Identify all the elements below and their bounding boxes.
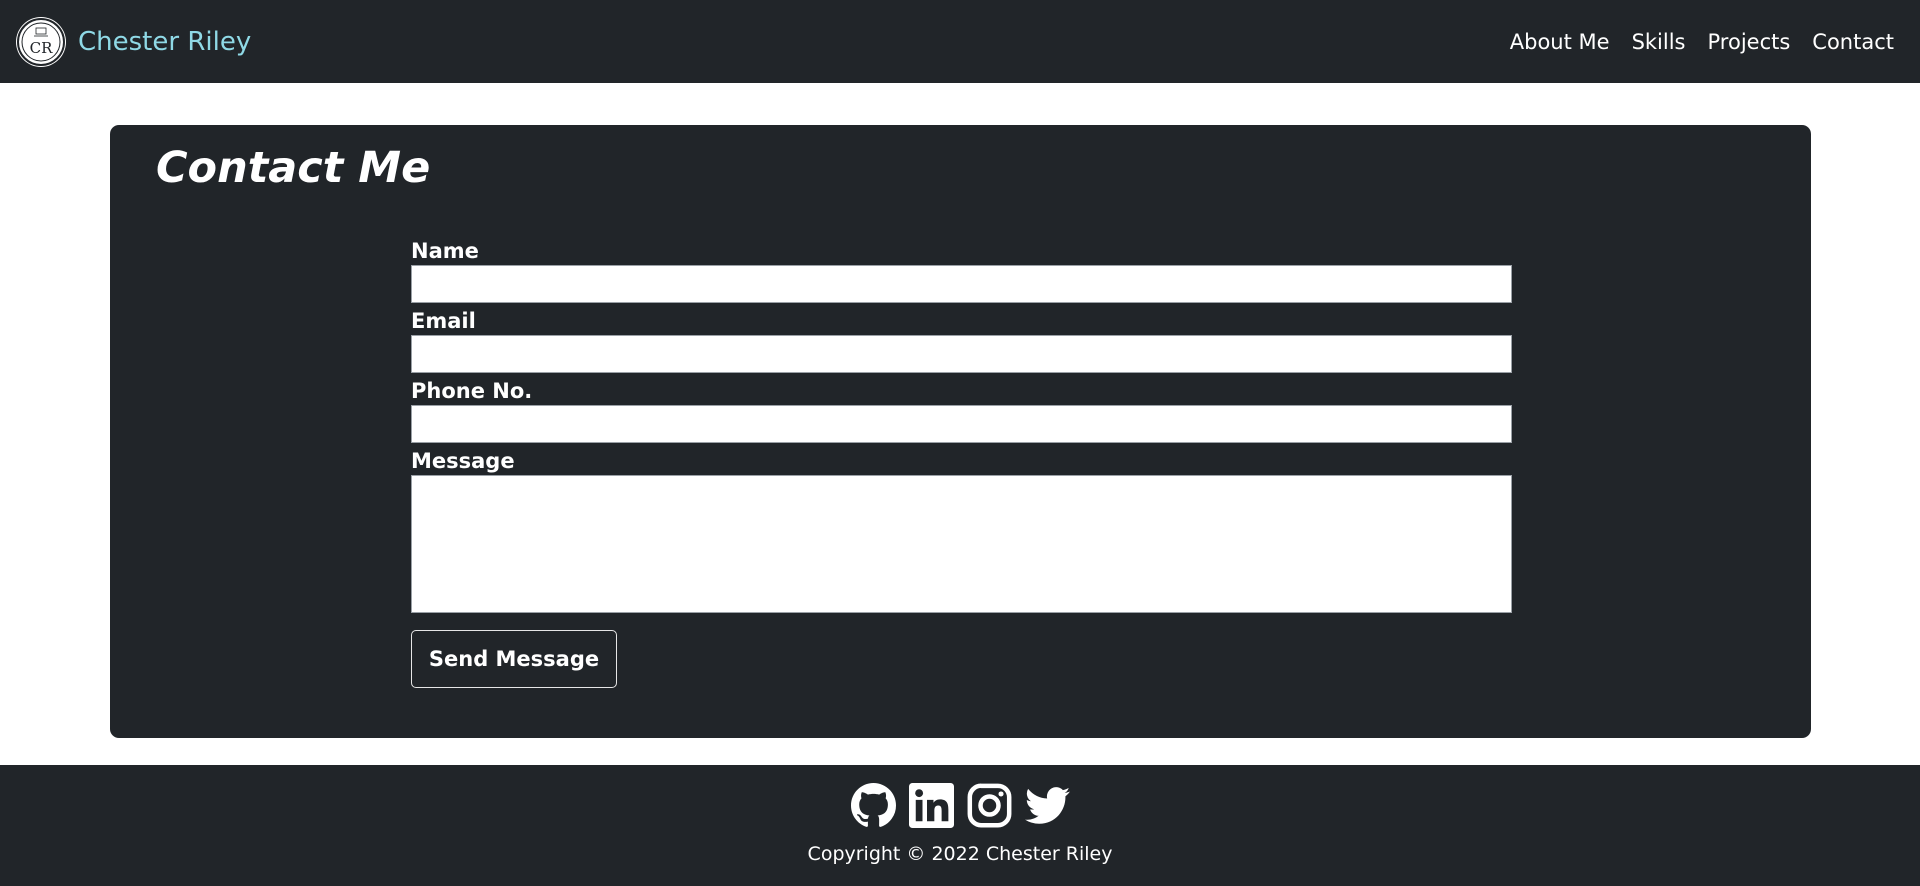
brand-link[interactable]: CR Chester Riley (17, 18, 251, 66)
nav-link-skills[interactable]: Skills (1632, 28, 1686, 56)
nav-link-contact[interactable]: Contact (1812, 28, 1894, 56)
nav-link-projects[interactable]: Projects (1708, 28, 1791, 56)
message-label: Message (411, 449, 515, 473)
linkedin-link[interactable] (908, 783, 954, 828)
contact-card: Contact Me Name Email Phone No. Message … (110, 125, 1811, 738)
instagram-icon (967, 783, 1011, 828)
phone-input[interactable] (411, 405, 1512, 443)
contact-title: Contact Me (156, 143, 431, 193)
email-label: Email (411, 309, 476, 333)
send-message-button[interactable]: Send Message (411, 630, 617, 688)
github-icon (850, 783, 896, 827)
name-input[interactable] (411, 265, 1512, 303)
contact-form: Name Email Phone No. Message Send Messag… (411, 238, 1512, 688)
nav-link-about-me[interactable]: About Me (1510, 28, 1610, 56)
svg-text:CR: CR (30, 39, 53, 57)
top-navbar: CR Chester Riley About Me Skills Project… (0, 0, 1920, 83)
social-links (0, 783, 1920, 828)
message-textarea[interactable] (411, 475, 1512, 613)
linkedin-icon (908, 783, 954, 828)
nav-links: About Me Skills Projects Contact (1510, 28, 1894, 56)
copyright-text: Copyright © 2022 Chester Riley (807, 843, 1113, 865)
phone-label: Phone No. (411, 379, 533, 403)
brand-name: Chester Riley (78, 27, 252, 57)
name-label: Name (411, 239, 479, 263)
github-link[interactable] (850, 783, 896, 828)
twitter-link[interactable] (1024, 783, 1070, 828)
monogram-logo-icon: CR (21, 22, 61, 62)
brand-logo: CR (17, 18, 65, 66)
email-input[interactable] (411, 335, 1512, 373)
twitter-icon (1024, 787, 1070, 824)
footer: Copyright © 2022 Chester Riley (0, 765, 1920, 886)
instagram-link[interactable] (967, 783, 1012, 828)
